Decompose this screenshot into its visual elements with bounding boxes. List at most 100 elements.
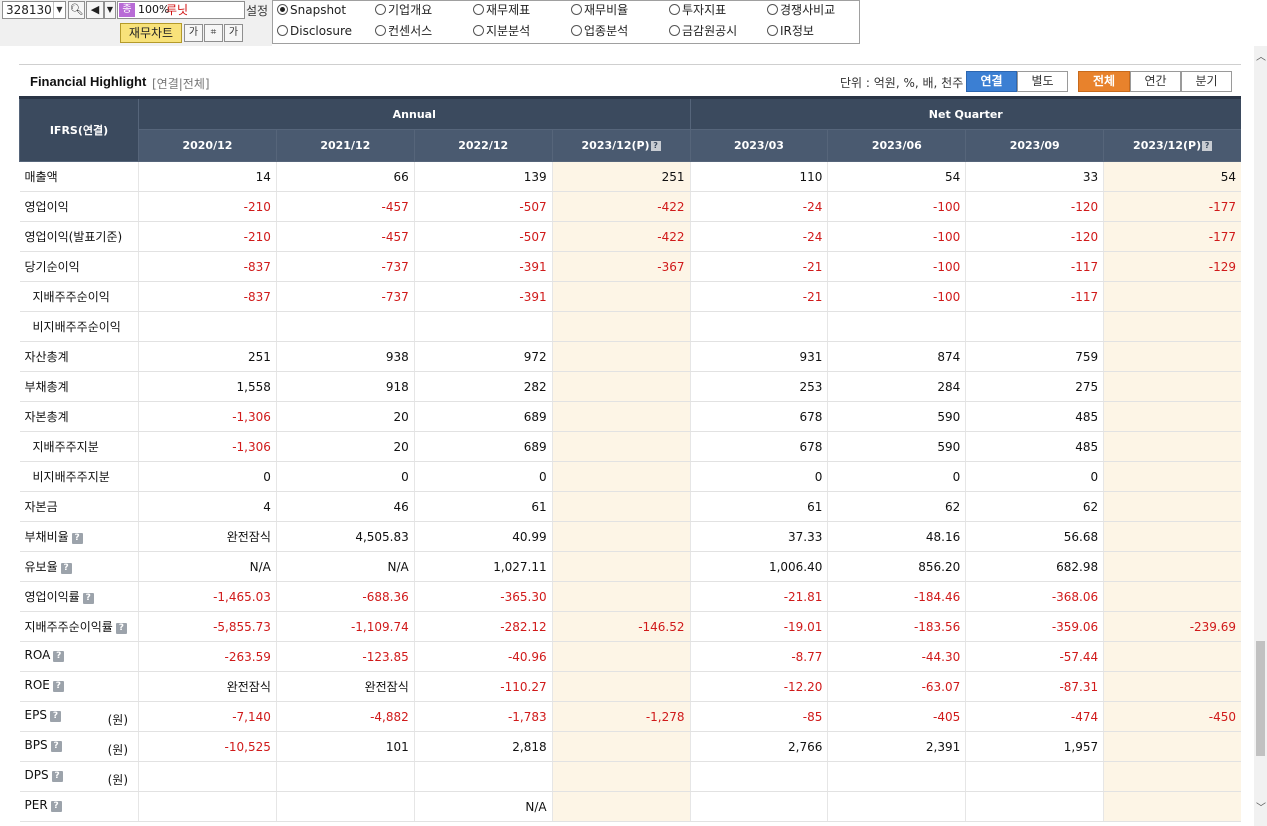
table-cell: -123.85 [276,641,415,672]
toggle-period-quarter[interactable]: 분기 [1181,71,1232,92]
table-cell [552,521,691,552]
radio-snapshot[interactable]: Snapshot [277,1,346,19]
column-header: 2020/12 [138,129,277,162]
table-cell: 2,766 [690,731,829,762]
table-cell [552,791,691,822]
radio-fss-disclosure[interactable]: 금감원공시 [669,22,737,40]
table-row: 유보율? N/A N/A 1,027.11 1,006.40 856.20 682.98 [19,551,1241,582]
help-icon[interactable]: ? [1202,141,1213,151]
table-cell: 0 [414,461,553,492]
radio-dot [767,4,778,15]
help-icon[interactable]: ? [650,141,661,151]
help-icon[interactable]: ? [71,533,83,544]
table-cell [1103,431,1241,462]
scroll-down-icon[interactable]: ﹀ [1256,799,1266,814]
capture-icon[interactable]: ⌗ [204,24,223,42]
help-icon[interactable]: ? [115,623,127,634]
scrollbar-thumb[interactable] [1256,641,1265,756]
table-cell: -120 [965,191,1105,222]
scroll-up-icon[interactable]: ︿ [1256,48,1266,63]
table-row: ROA? -263.59 -123.85 -40.96 -8.77 -44.30 -57.4… [19,641,1241,672]
radio-ownership-analysis[interactable]: 지분분석 [473,22,530,40]
row-label: 영업이익 [19,191,139,222]
table-cell: 37.33 [690,521,829,552]
table-cell [1103,311,1241,342]
radio-peer-comparison[interactable]: 경쟁사비교 [767,1,835,19]
table-cell [276,761,415,792]
table-cell [1103,521,1241,552]
help-icon[interactable]: ? [50,801,62,812]
radio-financial-statements[interactable]: 재무제표 [473,1,530,19]
annual-group-header: Annual [138,96,691,130]
row-label: BPS? (원) [19,731,139,762]
help-icon[interactable]: ? [53,651,65,662]
speaker-icon[interactable]: ◀ [86,1,104,19]
toggle-period-all[interactable]: 전체 [1078,71,1130,92]
toggle-separate[interactable]: 별도 [1017,71,1068,92]
table-cell: 46 [276,491,415,522]
table-cell [552,281,691,312]
table-cell: -44.30 [827,641,967,672]
chevron-down-icon[interactable]: ▼ [53,2,65,18]
toggle-consolidated[interactable]: 연결 [966,71,1017,92]
help-icon[interactable]: ? [49,711,61,722]
table-cell [414,311,553,342]
table-cell [1103,641,1241,672]
radio-financial-ratios[interactable]: 재무비율 [571,1,628,19]
help-icon[interactable]: ? [52,681,64,692]
table-cell: -422 [552,191,691,222]
table-cell: 완전잠식 [138,671,277,702]
row-label: 자산총계 [19,341,139,372]
text-icon[interactable]: 가 [224,24,243,42]
table-cell: -1,783 [414,701,553,732]
radio-dot [669,25,680,36]
table-cell: -1,109.74 [276,611,415,642]
help-icon[interactable]: ? [51,771,63,782]
company-name: 루닛 [166,3,189,17]
table-cell: 완전잠식 [276,671,415,702]
zoom-company-field[interactable]: 종 100% 루닛 [117,1,245,19]
table-cell: 874 [827,341,967,372]
radio-dot [571,4,582,15]
table-cell: -367 [552,251,691,282]
radio-disclosure[interactable]: Disclosure [277,22,352,40]
settings-link[interactable]: 설정 [246,2,268,19]
vertical-scrollbar[interactable]: ︿ ﹀ [1254,46,1267,826]
table-cell [827,791,967,822]
table-cell: 251 [552,161,691,192]
table-cell [1103,791,1241,822]
table-cell: 2,391 [827,731,967,762]
radio-industry-analysis[interactable]: 업종분석 [571,22,628,40]
table-cell: -210 [138,191,277,222]
table-cell: -100 [827,251,967,282]
dropdown-icon[interactable]: ▼ [104,1,116,19]
table-cell: -737 [276,251,415,282]
help-icon[interactable]: ? [82,593,94,604]
table-cell: 282 [414,371,553,402]
font-size-icon[interactable]: 가 [184,24,203,42]
financial-chart-button[interactable]: 재무차트 [120,23,182,43]
radio-company-overview[interactable]: 기업개요 [375,1,432,19]
help-icon[interactable]: ? [60,563,72,574]
radio-dot [473,25,484,36]
table-cell: 48.16 [827,521,967,552]
stock-code-input[interactable]: 328130 ▼ [2,1,66,19]
radio-consensus[interactable]: 컨센서스 [375,22,432,40]
radio-investment-indicators[interactable]: 투자지표 [669,1,726,19]
help-icon[interactable]: ? [50,741,62,752]
table-cell: -263.59 [138,641,277,672]
table-cell: 61 [690,491,829,522]
toggle-period-annual[interactable]: 연간 [1130,71,1181,92]
table-cell: -117 [965,251,1105,282]
table-cell: 251 [138,341,277,372]
table-cell: -129 [1103,251,1241,282]
search-icon[interactable]: 🔍︎ [68,1,85,19]
table-cell: -87.31 [965,671,1105,702]
table-cell [690,761,829,792]
stock-code-value: 328130 [6,3,52,17]
table-cell [1103,341,1241,372]
radio-dot [571,25,582,36]
table-cell: 61 [414,491,553,522]
radio-ir-info[interactable]: IR정보 [767,22,814,40]
table-cell [965,761,1105,792]
